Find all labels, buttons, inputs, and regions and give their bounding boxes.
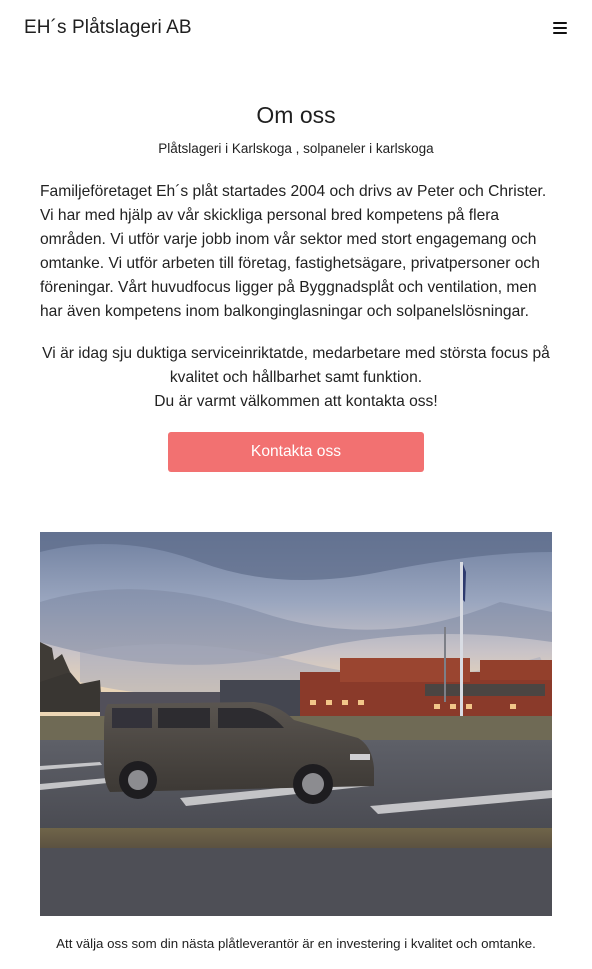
site-header: EH´s Plåtslageri AB (0, 0, 592, 60)
statement-line-1: Vi är idag sju duktiga serviceinriktatde… (42, 345, 550, 386)
about-section: Om oss Plåtslageri i Karlskoga , solpane… (40, 100, 552, 472)
photo-caption: Att välja oss som din nästa plåtleverant… (56, 936, 536, 951)
contact-button[interactable]: Kontakta oss (168, 432, 424, 472)
site-brand[interactable]: EH´s Plåtslageri AB (24, 17, 192, 39)
photo-illustration (40, 532, 552, 916)
page-subtitle: Plåtslageri i Karlskoga , solpaneler i k… (158, 141, 434, 156)
statement-paragraph: Vi är idag sju duktiga serviceinriktatde… (40, 342, 552, 414)
menu-bar-bottom (553, 32, 567, 34)
cta-wrapper: Kontakta oss (40, 432, 552, 472)
intro-paragraph: Familjeföretaget Eh´s plåt startades 200… (40, 183, 547, 320)
menu-bar-middle (553, 27, 567, 29)
statement-line-2: Du är varmt välkommen att kontakta oss! (154, 393, 438, 410)
page-title: Om oss (256, 102, 336, 128)
menu-bar-top (553, 22, 567, 24)
company-van-photo (40, 532, 552, 916)
hamburger-menu-icon[interactable] (550, 19, 572, 41)
